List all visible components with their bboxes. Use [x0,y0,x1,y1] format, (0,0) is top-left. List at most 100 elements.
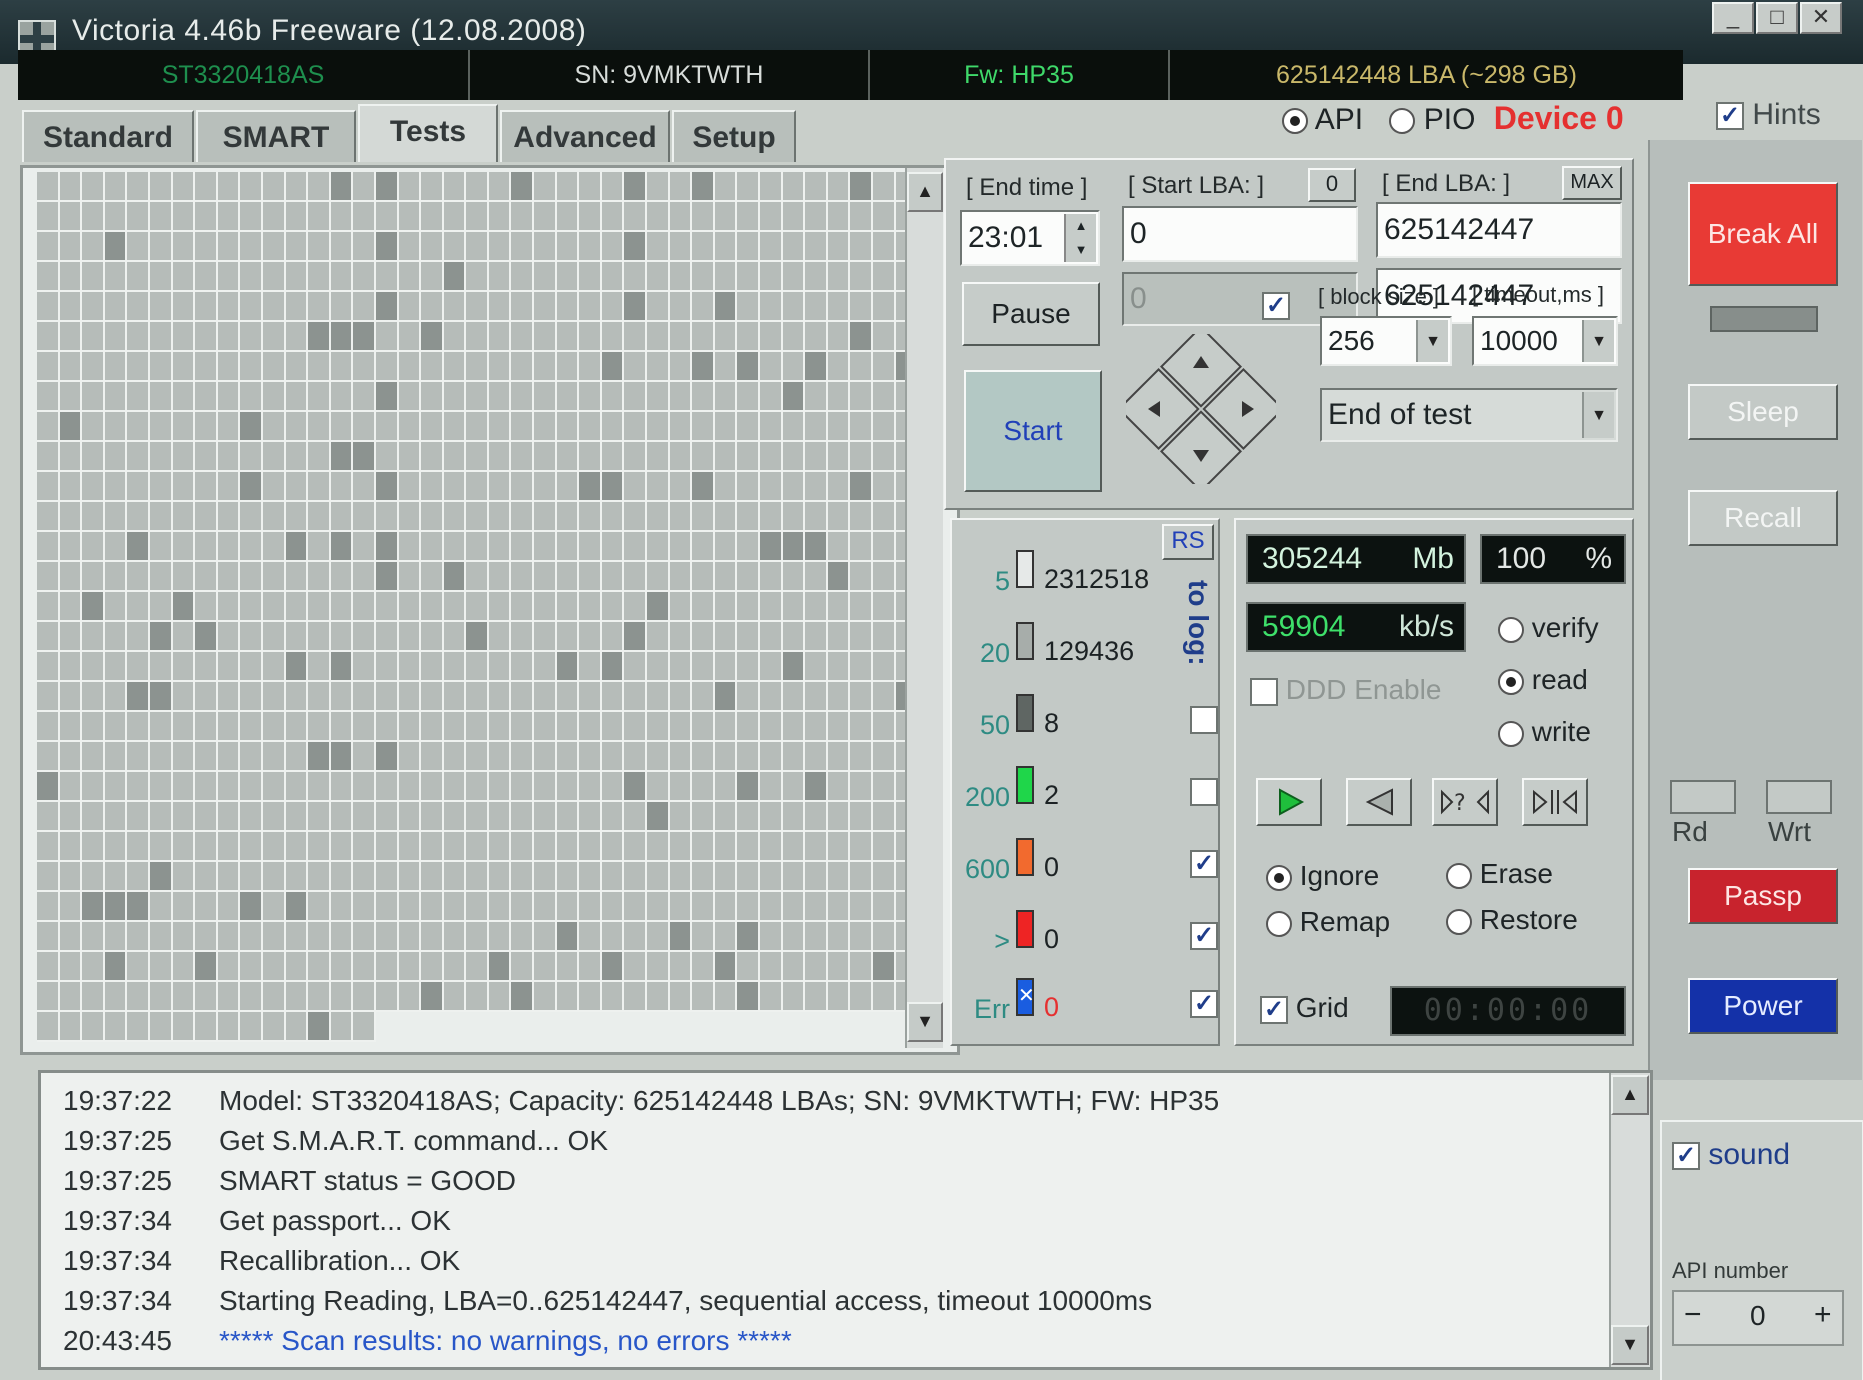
api-radio[interactable] [1282,108,1308,135]
recall-button[interactable]: Recall [1688,490,1838,546]
break-all-button[interactable]: Break All [1688,182,1838,286]
log-time: 19:37:22 [63,1085,172,1116]
sector-block [624,1012,648,1042]
action-restore[interactable]: Restore [1446,904,1578,936]
end-time-field[interactable]: 23:01 ▲ ▼ [960,210,1100,266]
sector-block [330,502,354,532]
sector-block [104,652,128,682]
play-forward-button[interactable] [1256,778,1322,826]
sleep-button[interactable]: Sleep [1688,384,1838,440]
tab-setup[interactable]: Setup [672,110,796,162]
grid-checkbox[interactable]: ✓ [1260,995,1288,1024]
ignore-radio[interactable] [1266,864,1292,891]
end-lba-input[interactable]: 625142447 [1376,202,1622,258]
random-seek-button[interactable]: ? [1432,778,1498,826]
hints-toggle[interactable]: ✓ Hints [1716,98,1821,132]
sector-block [805,742,828,772]
erase-radio[interactable] [1446,862,1472,889]
read-radio[interactable] [1498,668,1524,695]
sector-block [308,832,331,862]
log-scrollbar[interactable]: ▲ ▼ [1609,1073,1650,1367]
action-erase[interactable]: Erase [1446,858,1553,890]
tab-smart[interactable]: SMART [196,110,356,162]
sector-block [827,232,851,262]
sector-block [443,382,467,412]
action-ignore[interactable]: Ignore [1266,860,1379,892]
sector-block [240,592,263,622]
minimize-button[interactable]: _ [1712,2,1754,34]
play-backward-button[interactable] [1346,778,1412,826]
chevron-down-icon[interactable]: ▼ [1582,320,1614,362]
sector-block [534,772,557,802]
remap-radio[interactable] [1266,910,1292,937]
action-remap[interactable]: Remap [1266,906,1390,938]
scroll-up-arrow[interactable]: ▲ [1611,1075,1649,1115]
timeout-select[interactable]: 10000 ▼ [1472,316,1618,366]
chevron-down-icon[interactable]: ▼ [1582,392,1614,438]
end-lba-max-button[interactable]: MAX [1562,166,1622,200]
tab-advanced[interactable]: Advanced [500,110,670,162]
close-button[interactable]: ✕ [1800,2,1842,34]
grid-toggle[interactable]: ✓ Grid [1260,992,1349,1024]
pio-radio[interactable] [1389,108,1416,135]
sector-block [398,712,422,742]
sector-block [127,952,150,982]
sector-block [172,622,196,652]
verify-radio[interactable] [1498,616,1524,643]
chevron-down-icon[interactable]: ▼ [1416,320,1448,362]
sector-block [647,562,670,592]
butterfly-button[interactable] [1522,778,1588,826]
write-radio[interactable] [1498,720,1524,747]
scroll-down-arrow[interactable]: ▼ [1611,1325,1649,1365]
mode-verify[interactable]: verify [1498,612,1599,644]
ddd-enable-checkbox[interactable] [1250,677,1278,706]
reset-stats-button[interactable]: RS [1162,524,1214,560]
log-err-checkbox[interactable]: ✓ [1190,990,1218,1018]
sector-block [285,292,309,322]
mode-read[interactable]: read [1498,664,1588,696]
end-action-select[interactable]: End of test ▼ [1320,388,1618,442]
sector-block [59,862,83,892]
log-600-checkbox[interactable]: ✓ [1190,850,1218,878]
play-reverse-icon [1365,788,1393,816]
victoria-window: Victoria 4.46b Freeware (12.08.2008) _ □… [0,0,1863,1380]
sector-block [534,892,557,922]
maximize-button[interactable]: □ [1756,2,1798,34]
log-50-checkbox[interactable] [1190,706,1218,734]
sector-block [82,682,105,712]
tab-tests[interactable]: Tests [358,104,498,162]
restore-radio[interactable] [1446,908,1472,935]
hints-checkbox[interactable]: ✓ [1716,102,1744,131]
sound-toggle[interactable]: ✓ sound [1672,1138,1790,1172]
map-scrollbar[interactable]: ▲ ▼ [905,168,943,1048]
sector-block [421,382,444,412]
sector-block [556,502,580,532]
ddd-enable-toggle[interactable]: DDD Enable [1250,674,1441,706]
sector-block [421,412,444,442]
increment-button[interactable]: + [1814,1298,1832,1332]
sector-block [82,292,105,322]
scroll-up-arrow[interactable]: ▲ [907,172,943,212]
log-over-checkbox[interactable]: ✓ [1190,922,1218,950]
decrement-button[interactable]: − [1684,1298,1702,1332]
end-time-spinner[interactable]: ▲ ▼ [1064,214,1096,262]
power-button[interactable]: Power [1688,978,1838,1034]
api-number-stepper[interactable]: − 0 + [1672,1290,1844,1346]
log-200-checkbox[interactable] [1190,778,1218,806]
lba-navigation-pad[interactable] [1126,334,1276,484]
start-button[interactable]: Start [964,370,1102,492]
tab-standard[interactable]: Standard [22,110,194,162]
sector-block [172,292,196,322]
start-lba-input[interactable]: 0 [1122,206,1358,262]
sector-block [714,322,738,352]
start-lba-zero-button[interactable]: 0 [1308,168,1356,202]
passport-button[interactable]: Passp [1688,868,1838,924]
scroll-down-arrow[interactable]: ▼ [907,1002,943,1042]
navigation-checkbox[interactable]: ✓ [1262,292,1290,320]
mode-write[interactable]: write [1498,716,1591,748]
pause-button[interactable]: Pause [962,282,1100,346]
sound-checkbox[interactable]: ✓ [1672,1142,1700,1171]
sector-block [872,772,896,802]
block-size-select[interactable]: 256 ▼ [1320,316,1452,366]
sector-block [714,382,738,412]
